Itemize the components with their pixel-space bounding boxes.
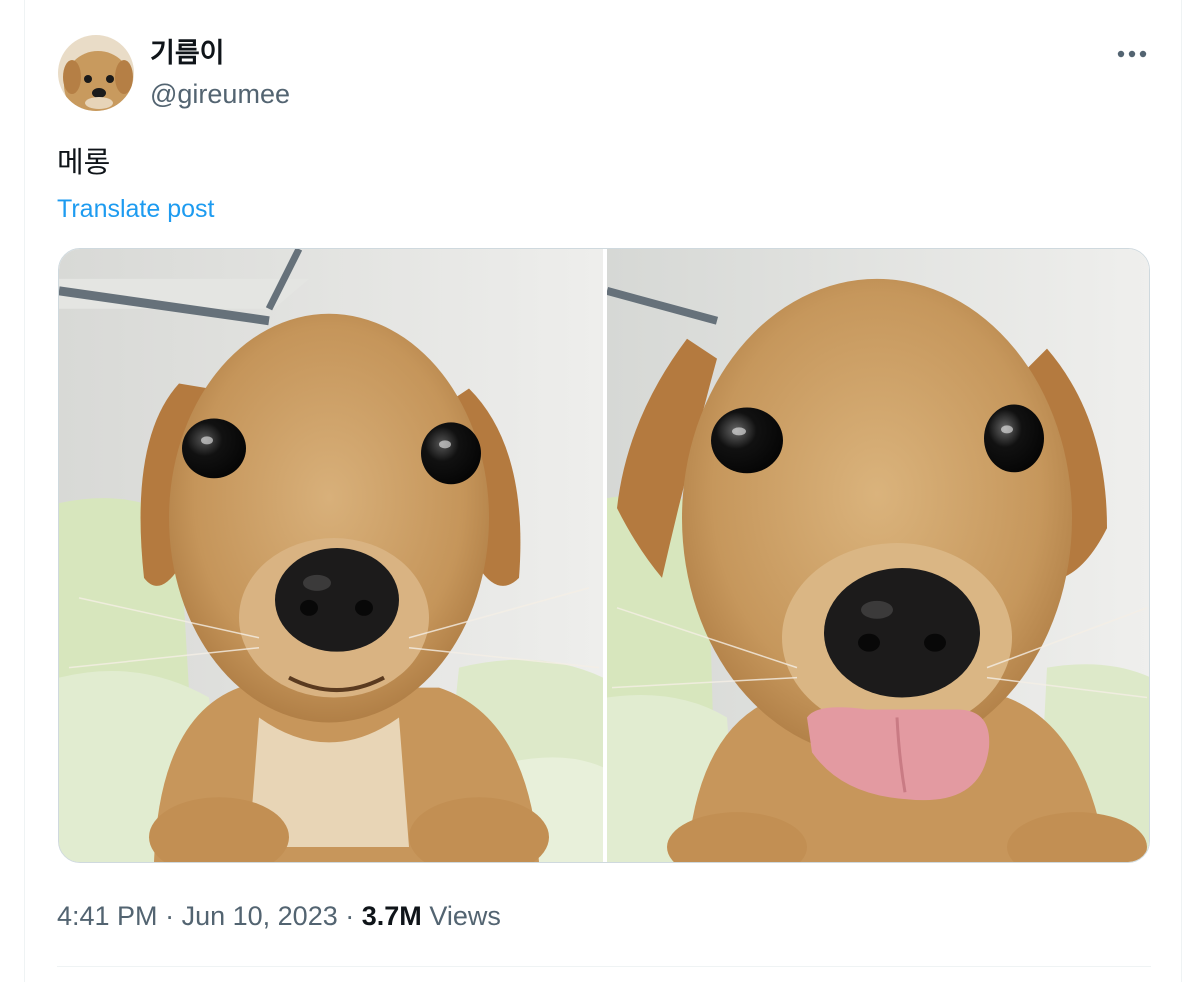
photo-puppy-tongue[interactable] bbox=[607, 249, 1149, 862]
avatar-image bbox=[58, 35, 134, 111]
post-time[interactable]: 4:41 PM bbox=[57, 901, 158, 931]
post-text: 메롱 bbox=[57, 145, 111, 179]
post-metadata: 4:41 PM · Jun 10, 2023 · 3.7M Views bbox=[57, 897, 501, 935]
more-options-button[interactable] bbox=[1112, 40, 1152, 68]
media-grid bbox=[58, 248, 1150, 863]
meta-separator: · bbox=[165, 901, 175, 931]
more-horizontal-icon bbox=[1117, 50, 1147, 58]
divider bbox=[57, 966, 1151, 967]
meta-separator: · bbox=[345, 901, 355, 931]
views-label[interactable]: Views bbox=[429, 901, 501, 931]
display-name[interactable]: 기름이 bbox=[150, 38, 225, 70]
photo-puppy[interactable] bbox=[59, 249, 603, 862]
post-date[interactable]: Jun 10, 2023 bbox=[182, 901, 338, 931]
puppy-photo-image bbox=[59, 249, 603, 862]
translate-post-link[interactable]: Translate post bbox=[57, 194, 214, 224]
user-handle[interactable]: @gireumee bbox=[150, 78, 290, 110]
avatar[interactable] bbox=[58, 35, 134, 111]
views-count[interactable]: 3.7M bbox=[362, 901, 422, 931]
puppy-tongue-photo-image bbox=[607, 249, 1149, 862]
